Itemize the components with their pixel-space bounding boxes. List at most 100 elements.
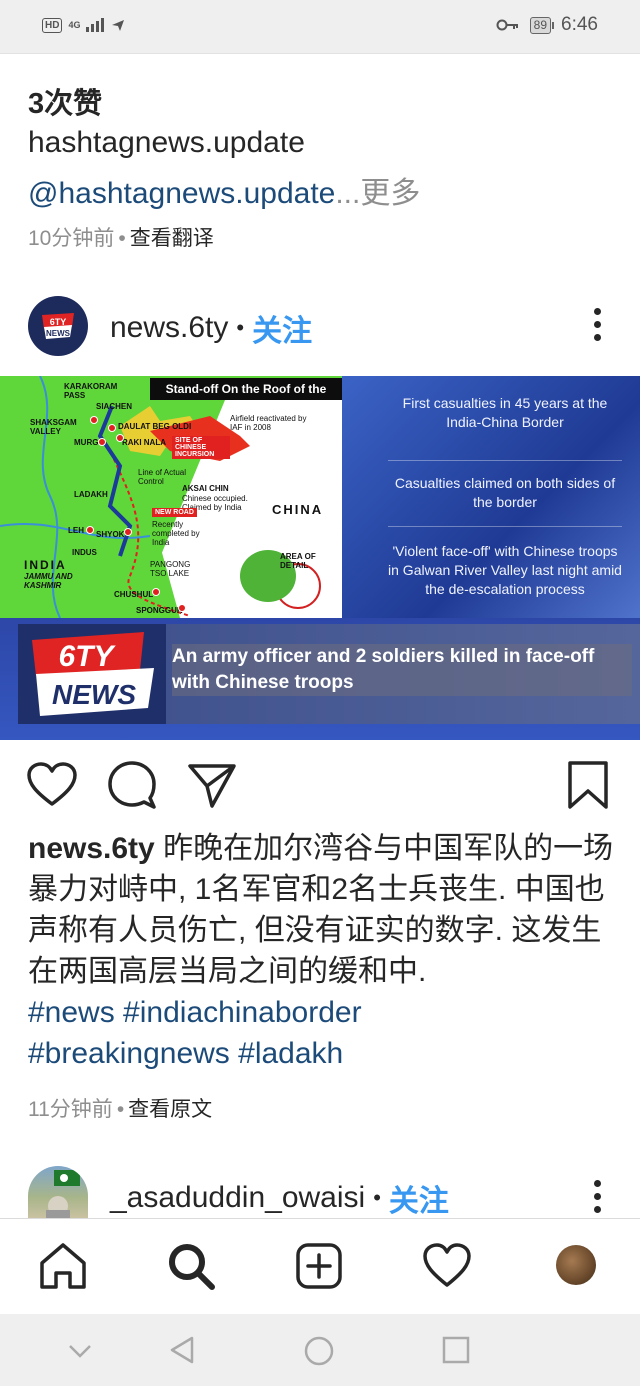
post-time: 11分钟前 [28, 1098, 113, 1121]
map-marker [178, 604, 186, 612]
fact-3: 'Violent face-off' with Chinese troops i… [388, 543, 622, 597]
caption-username[interactable]: news.6ty [28, 832, 155, 865]
hashtags-line-1[interactable]: #news #indiachinaborder [28, 996, 362, 1029]
post-username[interactable]: news.6ty [110, 311, 228, 345]
profile-avatar[interactable] [556, 1245, 596, 1285]
brand-bottom-text: NEWS [52, 679, 136, 710]
map-label-chushul: CHUSHUL [114, 590, 154, 599]
headline-banner: 6TY NEWS An army officer and 2 soldiers … [18, 624, 640, 724]
see-translation-link[interactable]: 查看翻译 [130, 227, 214, 250]
ellipsis: ... [335, 177, 361, 210]
meta-separator: • [118, 227, 126, 250]
prev-post-time: 10分钟前 [28, 227, 115, 250]
map-marker [90, 416, 98, 424]
follow-button[interactable]: 关注 [389, 1176, 449, 1220]
brand-top-text: 6TY [58, 640, 116, 673]
map-label-indus: INDUS [72, 548, 97, 557]
news6ty-logo-icon: 6TY NEWS [42, 313, 74, 339]
bookmark-save-icon[interactable] [566, 760, 610, 810]
post-meta: 11分钟前 • 查看原文 [28, 1093, 212, 1123]
map-label-airfield: Airfield reactivated by IAF in 2008 [230, 414, 307, 432]
fact-divider [388, 460, 622, 461]
post-caption: news.6ty 昨晚在加尔湾谷与中国军队的一场暴力对峙中, 1名军官和2名士兵… [28, 828, 618, 1074]
facts-panel: First casualties in 45 years at the Indi… [342, 376, 640, 618]
map-marker [108, 424, 116, 432]
header-separator: • [236, 315, 245, 340]
map-label-india: INDIA [24, 558, 67, 572]
map-label-karakoram: KARAKORAM PASS [64, 382, 118, 400]
map-label-pangong: PANGONG TSO LAKE [150, 560, 191, 578]
hd-indicator: HD [42, 17, 63, 33]
battery-indicator: 89 [529, 16, 555, 34]
fact-divider [388, 526, 622, 527]
map-label-area-detail: AREA OF DETAIL [280, 552, 316, 570]
signal-icon [86, 18, 105, 32]
map-marker [116, 434, 124, 442]
status-left: HD 4G [42, 17, 126, 33]
more-link[interactable]: 更多 [360, 177, 420, 210]
share-send-icon[interactable] [186, 760, 238, 810]
owaisi-avatar-photo [46, 1170, 80, 1218]
comment-icon[interactable] [106, 760, 158, 810]
key-icon [496, 19, 518, 31]
status-bar: HD 4G 89 6:46 [0, 0, 640, 54]
next-post-username[interactable]: _asaduddin_owaisi [110, 1181, 365, 1215]
see-original-link[interactable]: 查看原文 [128, 1098, 212, 1121]
prev-post-username[interactable]: hashtagnews.update [28, 126, 305, 160]
more-options-icon[interactable] [594, 308, 602, 341]
recents-square-icon[interactable] [442, 1336, 470, 1364]
map-label-shaksgam: SHAKSGAM VALLEY [30, 418, 77, 436]
likes-count[interactable]: 3次赞 [28, 80, 102, 122]
prev-post-caption: @hashtagnews.update...更多 [28, 168, 420, 212]
map-label-aksai: AKSAI CHIN [182, 484, 229, 493]
owaisi-avatar[interactable] [28, 1166, 88, 1218]
map-label-ladakh: LADAKH [74, 490, 108, 499]
hashtags-line-2[interactable]: #breakingnews #ladakh [28, 1037, 343, 1070]
brand-logo-icon: 6TY NEWS [32, 632, 154, 716]
map-label-china: CHINA [272, 502, 324, 517]
map-label-shyok: SHYOK [96, 530, 125, 539]
map-label-new-road: NEW ROAD [152, 508, 197, 517]
map-marker [152, 588, 160, 596]
fact-1: First casualties in 45 years at the Indi… [402, 395, 608, 430]
status-right: 89 6:46 [496, 14, 598, 36]
search-icon[interactable] [166, 1241, 216, 1291]
map-marker [86, 526, 94, 534]
post-actions [0, 760, 640, 816]
header-separator: • [373, 1185, 381, 1210]
prev-post-meta: 10分钟前 • 查看翻译 [28, 222, 214, 252]
svg-text:NEWS: NEWS [46, 329, 71, 338]
post-header: news.6ty • 关注 [110, 306, 312, 350]
map-label-incursion: SITE OF CHINESE INCURSION [172, 436, 230, 459]
map-graphic: Stand-off On the Roof of the World KARAK… [0, 376, 342, 618]
meta-separator: • [116, 1098, 125, 1121]
airplane-icon [112, 20, 125, 31]
activity-heart-icon[interactable] [422, 1241, 472, 1291]
home-circle-icon[interactable] [304, 1336, 334, 1366]
add-post-icon[interactable] [294, 1241, 344, 1291]
home-icon[interactable] [38, 1241, 88, 1291]
news6ty-avatar[interactable]: 6TY NEWS [28, 296, 88, 356]
map-label-spanggur: SPONGGUR [136, 606, 183, 615]
mention-link[interactable]: @hashtagnews.update [28, 177, 335, 210]
map-label-jk: JAMMU AND KASHMIR [24, 572, 73, 590]
more-options-icon[interactable] [594, 1180, 602, 1213]
svg-text:6TY: 6TY [50, 317, 67, 327]
brand-logo: 6TY NEWS [18, 624, 166, 724]
map-label-dbo: DAULAT BEG OLDI [118, 422, 192, 431]
bottom-nav [0, 1218, 640, 1314]
collapse-chevron-icon[interactable] [66, 1336, 94, 1364]
map-title: Stand-off On the Roof of the World [150, 378, 342, 418]
system-nav-bar [0, 1314, 640, 1386]
like-heart-icon[interactable] [26, 760, 78, 810]
back-icon[interactable] [168, 1336, 196, 1364]
follow-button[interactable]: 关注 [252, 306, 312, 350]
next-post-header: _asaduddin_owaisi • 关注 [110, 1176, 449, 1220]
map-marker [124, 528, 132, 536]
map-label-leh: LEH [68, 526, 84, 535]
post-image[interactable]: Stand-off On the Roof of the World KARAK… [0, 376, 640, 740]
map-label-raki: RAKI NALA [122, 438, 166, 447]
map-label-siachen: SIACHEN [96, 402, 133, 411]
map-marker [98, 438, 106, 446]
network-type: 4G [68, 19, 81, 30]
